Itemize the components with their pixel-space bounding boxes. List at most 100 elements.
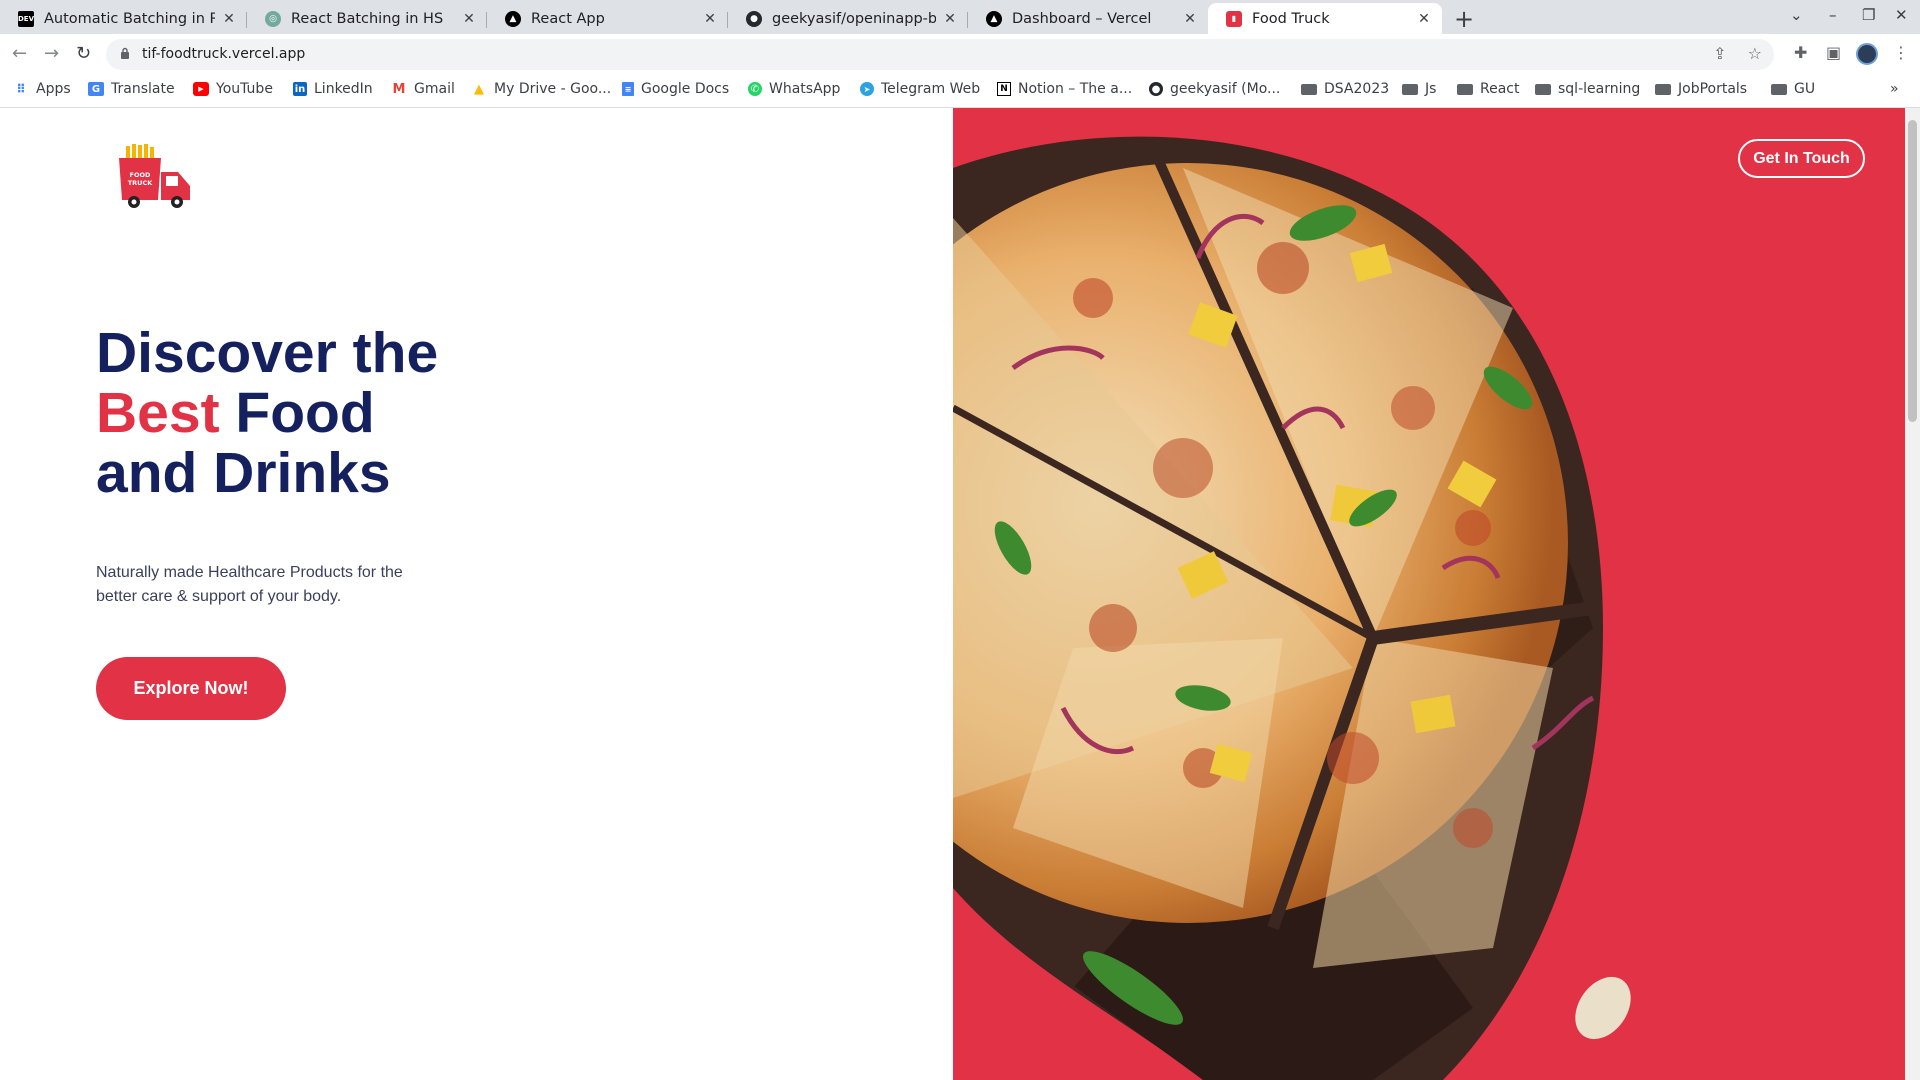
close-icon[interactable]: ✕ bbox=[461, 11, 477, 27]
new-tab-icon[interactable]: + bbox=[1454, 5, 1474, 33]
bookmark-label: WhatsApp bbox=[769, 81, 841, 97]
bookmark-label: YouTube bbox=[216, 81, 273, 97]
scrollbar-thumb[interactable] bbox=[1908, 120, 1917, 422]
vercel-icon: ▲ bbox=[986, 10, 1002, 27]
bookmark-google-docs[interactable]: ≡ Google Docs bbox=[622, 81, 729, 97]
youtube-icon: ▶ bbox=[193, 82, 209, 96]
food-truck-icon: ▮ bbox=[1226, 10, 1242, 27]
bookmarks-bar: ⠿ Apps G Translate ▶ YouTube in LinkedIn… bbox=[0, 75, 1920, 108]
bookmark-label: GU bbox=[1794, 81, 1816, 97]
bookmark-whatsapp[interactable]: ✆ WhatsApp bbox=[748, 81, 840, 97]
bookmark-label: React bbox=[1480, 81, 1520, 97]
bookmark-label: Telegram Web bbox=[881, 81, 981, 97]
tab-react-batching[interactable]: ◎ React Batching in HS ✕ bbox=[247, 3, 487, 34]
page-scrollbar[interactable] bbox=[1905, 108, 1920, 1080]
bookmark-folder-react[interactable]: React bbox=[1457, 81, 1519, 97]
tab-title: Food Truck bbox=[1252, 10, 1330, 27]
telegram-icon: ➤ bbox=[860, 82, 874, 96]
restore-icon[interactable]: ❐ bbox=[1862, 6, 1875, 24]
forward-icon[interactable]: → bbox=[44, 43, 59, 64]
omnibox-actions: ⇪ ☆ bbox=[1713, 44, 1762, 63]
linkedin-icon: in bbox=[293, 82, 307, 96]
translate-icon: G bbox=[88, 82, 104, 96]
bookmark-translate[interactable]: G Translate bbox=[88, 81, 175, 97]
logo-text-line2: TRUCK bbox=[128, 179, 153, 187]
bookmark-folder-jobportals[interactable]: JobPortals bbox=[1655, 81, 1747, 97]
close-window-icon[interactable]: ✕ bbox=[1895, 6, 1908, 24]
bookmark-linkedin[interactable]: in LinkedIn bbox=[293, 81, 373, 97]
close-icon[interactable]: ✕ bbox=[1416, 11, 1432, 27]
tab-automatic-batching[interactable]: DEV Automatic Batching in Re ✕ bbox=[0, 3, 247, 34]
close-icon[interactable]: ✕ bbox=[942, 11, 958, 27]
bookmark-folder-sql-learning[interactable]: sql-learning bbox=[1535, 81, 1640, 97]
bookmark-label: LinkedIn bbox=[314, 81, 373, 97]
folder-icon bbox=[1457, 83, 1473, 95]
bookmark-star-icon[interactable]: ☆ bbox=[1748, 44, 1762, 63]
lock-icon bbox=[121, 47, 129, 59]
tab-title: geekyasif/openinapp-bo bbox=[772, 10, 936, 27]
github-icon: ● bbox=[746, 10, 762, 27]
page-viewport: FOOD TRUCK Discover the Best Food and Dr… bbox=[0, 108, 1920, 1080]
food-truck-logo[interactable]: FOOD TRUCK bbox=[116, 144, 194, 212]
apps-grid-icon: ⠿ bbox=[16, 82, 26, 96]
share-icon[interactable]: ⇪ bbox=[1713, 44, 1726, 63]
hero-description: Naturally made Healthcare Products for t… bbox=[96, 564, 403, 605]
logo-text-line1: FOOD bbox=[130, 171, 151, 179]
hero-title-line1: Discover the bbox=[96, 321, 439, 385]
tab-title: React App bbox=[531, 10, 605, 27]
bookmark-label: Apps bbox=[36, 81, 71, 97]
bookmark-label: DSA2023 bbox=[1324, 81, 1390, 97]
bookmark-label: JobPortals bbox=[1678, 81, 1748, 97]
browser-tab-strip: DEV Automatic Batching in Re ✕ ◎ React B… bbox=[0, 0, 1920, 34]
bookmark-apps[interactable]: ⠿ Apps bbox=[13, 81, 71, 97]
bookmark-telegram[interactable]: ➤ Telegram Web bbox=[860, 81, 980, 97]
tab-food-truck[interactable]: ▮ Food Truck ✕ bbox=[1208, 3, 1442, 34]
folder-icon bbox=[1535, 83, 1551, 95]
bookmark-gmail[interactable]: M Gmail bbox=[391, 81, 455, 97]
bookmark-geekyasif-github[interactable]: ● geekyasif (Mo... bbox=[1149, 81, 1280, 97]
tab-title: Automatic Batching in Re bbox=[44, 10, 215, 27]
dev-icon: DEV bbox=[18, 10, 34, 27]
bookmark-folder-js[interactable]: Js bbox=[1402, 81, 1436, 97]
url-text: tif-foodtruck.vercel.app bbox=[142, 46, 306, 62]
bookmark-youtube[interactable]: ▶ YouTube bbox=[193, 81, 273, 97]
bookmark-label: My Drive - Goo... bbox=[494, 81, 612, 97]
gmail-icon: M bbox=[392, 81, 406, 97]
bookmark-label: Translate bbox=[111, 81, 175, 97]
github-icon: ● bbox=[1149, 82, 1163, 96]
tab-github-openinapp[interactable]: ● geekyasif/openinapp-bo ✕ bbox=[728, 3, 968, 34]
bookmark-notion[interactable]: N Notion – The a... bbox=[997, 81, 1132, 97]
tab-title: React Batching in HS bbox=[291, 10, 444, 27]
extensions-icon[interactable]: ✚ bbox=[1794, 43, 1807, 62]
bookmark-drive[interactable]: ▲ My Drive - Goo... bbox=[471, 81, 611, 97]
minimize-icon[interactable]: – bbox=[1829, 6, 1837, 24]
close-icon[interactable]: ✕ bbox=[702, 11, 718, 27]
whatsapp-icon: ✆ bbox=[748, 82, 762, 96]
close-icon[interactable]: ✕ bbox=[1182, 11, 1198, 27]
tab-react-app[interactable]: ▲ React App ✕ bbox=[487, 3, 728, 34]
hero-pizza-image bbox=[953, 108, 1905, 1080]
folder-icon bbox=[1402, 83, 1418, 95]
tab-title: Dashboard – Vercel bbox=[1012, 10, 1152, 27]
bookmarks-overflow-icon[interactable]: » bbox=[1890, 81, 1899, 97]
docs-icon: ≡ bbox=[622, 82, 634, 96]
address-bar[interactable]: tif-foodtruck.vercel.app ⇪ ☆ bbox=[106, 39, 1774, 70]
close-icon[interactable]: ✕ bbox=[221, 11, 237, 27]
tab-search-icon[interactable]: ⌄ bbox=[1790, 6, 1803, 24]
menu-kebab-icon[interactable]: ⋮ bbox=[1893, 43, 1909, 62]
explore-now-button[interactable]: Explore Now! bbox=[96, 657, 286, 720]
bookmark-folder-gu[interactable]: GU bbox=[1771, 81, 1815, 97]
bookmark-label: Js bbox=[1425, 81, 1437, 97]
vercel-icon: ▲ bbox=[505, 10, 521, 27]
bookmark-label: Notion – The a... bbox=[1018, 81, 1133, 97]
folder-icon bbox=[1301, 83, 1317, 95]
side-panel-icon[interactable]: ▣ bbox=[1826, 43, 1841, 62]
profile-avatar[interactable] bbox=[1856, 43, 1878, 65]
hero-title-line3: and Drinks bbox=[96, 441, 391, 505]
get-in-touch-button[interactable]: Get In Touch bbox=[1738, 139, 1865, 178]
reload-icon[interactable]: ↻ bbox=[76, 43, 91, 64]
back-icon[interactable]: ← bbox=[12, 43, 27, 64]
bookmark-label: Gmail bbox=[414, 81, 455, 97]
bookmark-folder-dsa2023[interactable]: DSA2023 bbox=[1301, 81, 1389, 97]
tab-vercel-dashboard[interactable]: ▲ Dashboard – Vercel ✕ bbox=[968, 3, 1208, 34]
